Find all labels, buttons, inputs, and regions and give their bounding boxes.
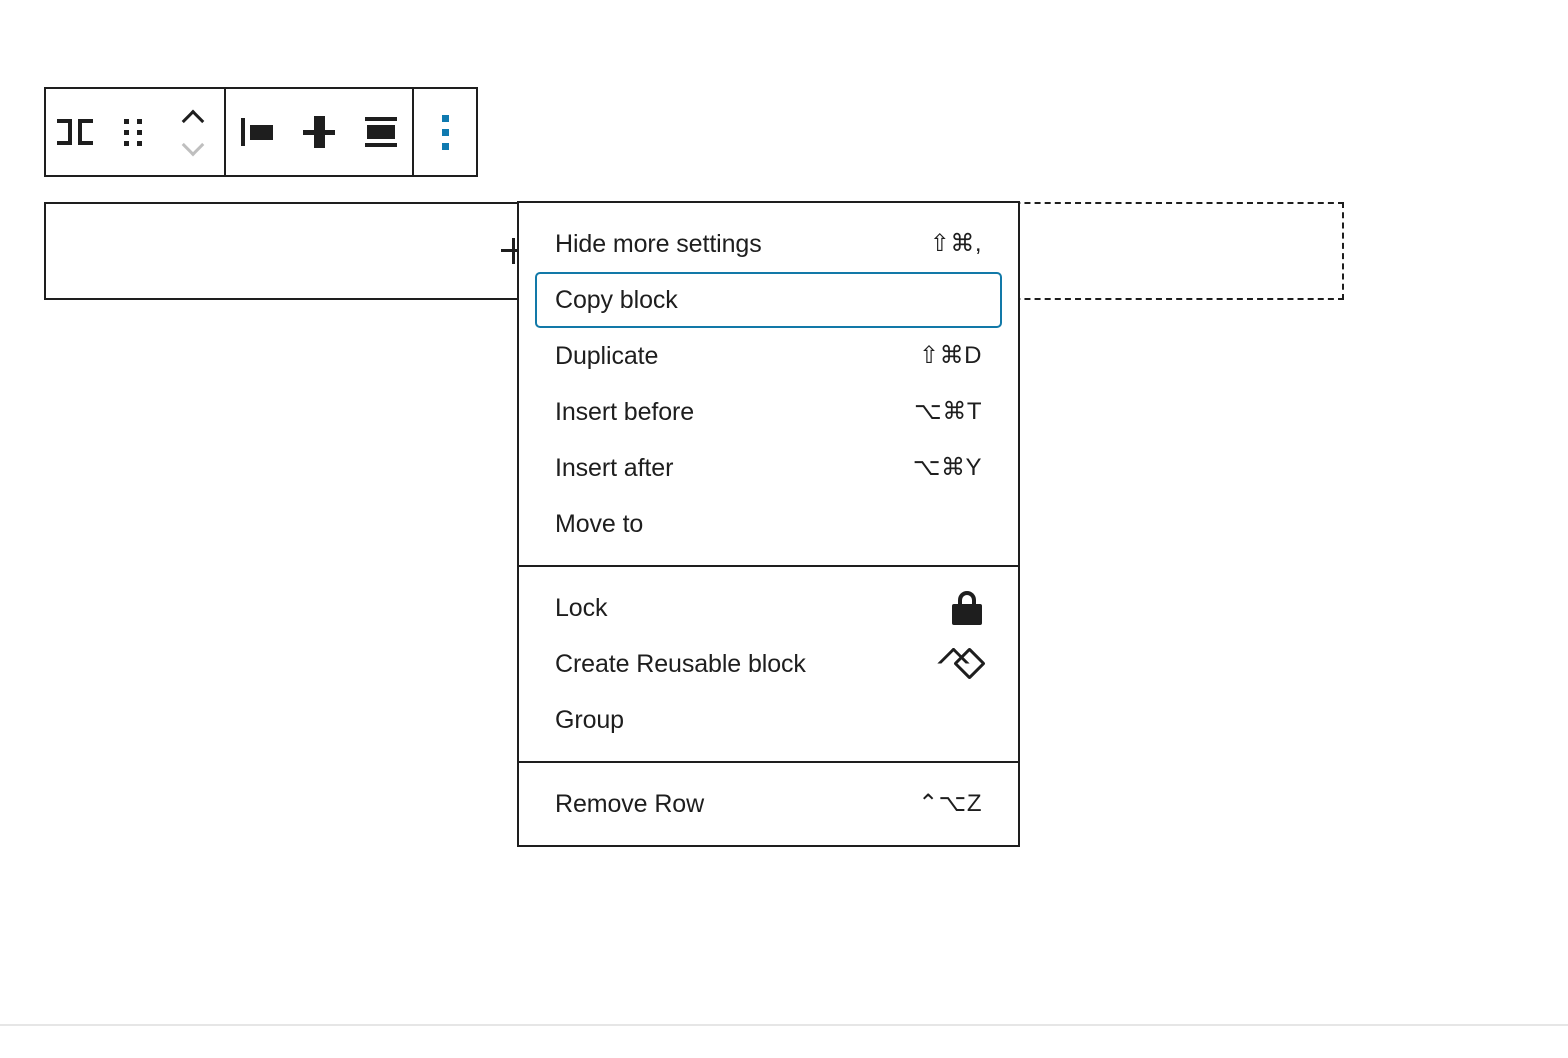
toolbar-group-block-controls [46,89,224,175]
reusable-block-icon [942,647,982,681]
menu-item-label: Duplicate [555,344,658,369]
block-mover [162,89,224,175]
menu-item-shortcut: ⌥⌘T [914,400,982,424]
justify-items-left-button[interactable] [226,89,288,175]
menu-item-shortcut: ⌃⌥Z [918,792,982,816]
menu-item-label: Insert after [555,456,673,481]
menu-item-shortcut: ⌥⌘Y [913,456,982,480]
page-divider [0,1024,1568,1026]
align-left-icon [241,118,273,146]
menu-section-destructive-actions: Remove Row ⌃⌥Z [519,761,1018,845]
justify-items-center-button[interactable] [288,89,350,175]
menu-item-duplicate[interactable]: Duplicate ⇧⌘D [535,328,1002,384]
toolbar-group-alignment-controls [224,89,412,175]
drag-handle-icon [124,119,142,146]
menu-item-create-reusable-block[interactable]: Create Reusable block [535,636,1002,692]
menu-item-group[interactable]: Group [535,692,1002,748]
chevron-up-icon[interactable] [183,108,203,128]
block-options-menu: Hide more settings ⇧⌘, Copy block Duplic… [517,201,1020,847]
menu-item-hide-more-settings[interactable]: Hide more settings ⇧⌘, [535,216,1002,272]
drag-handle-button[interactable] [104,89,162,175]
row-block-icon [57,119,93,145]
stretch-items-button[interactable] [350,89,412,175]
block-toolbar [44,87,478,177]
chevron-down-icon[interactable] [183,136,203,156]
menu-item-label: Move to [555,512,643,537]
menu-item-shortcut: ⇧⌘, [930,232,982,256]
stretch-vertical-icon [365,117,397,147]
menu-section-settings-and-clipboard: Hide more settings ⇧⌘, Copy block Duplic… [519,203,1018,565]
justify-center-icon [303,116,335,148]
menu-item-remove-row[interactable]: Remove Row ⌃⌥Z [535,776,1002,832]
menu-item-icon-slot [936,647,982,681]
options-button[interactable] [414,89,476,175]
menu-section-block-actions: Lock Create Reusable block Group [519,565,1018,761]
menu-item-label: Create Reusable block [555,652,806,677]
lock-icon [952,591,982,625]
menu-item-label: Group [555,708,624,733]
menu-item-copy-block[interactable]: Copy block [535,272,1002,328]
menu-item-insert-before[interactable]: Insert before ⌥⌘T [535,384,1002,440]
kebab-menu-icon [442,115,449,150]
menu-item-insert-after[interactable]: Insert after ⌥⌘Y [535,440,1002,496]
menu-item-icon-slot [936,591,982,625]
menu-item-label: Lock [555,596,607,621]
empty-block-placeholder[interactable] [984,202,1344,300]
menu-item-shortcut: ⇧⌘D [919,344,982,368]
menu-item-label: Hide more settings [555,232,762,257]
menu-item-label: Copy block [555,288,678,313]
block-type-row-button[interactable] [46,89,104,175]
menu-item-label: Remove Row [555,792,704,817]
menu-item-label: Insert before [555,400,694,425]
menu-item-move-to[interactable]: Move to [535,496,1002,552]
menu-item-lock[interactable]: Lock [535,580,1002,636]
toolbar-group-more-controls [412,89,476,175]
